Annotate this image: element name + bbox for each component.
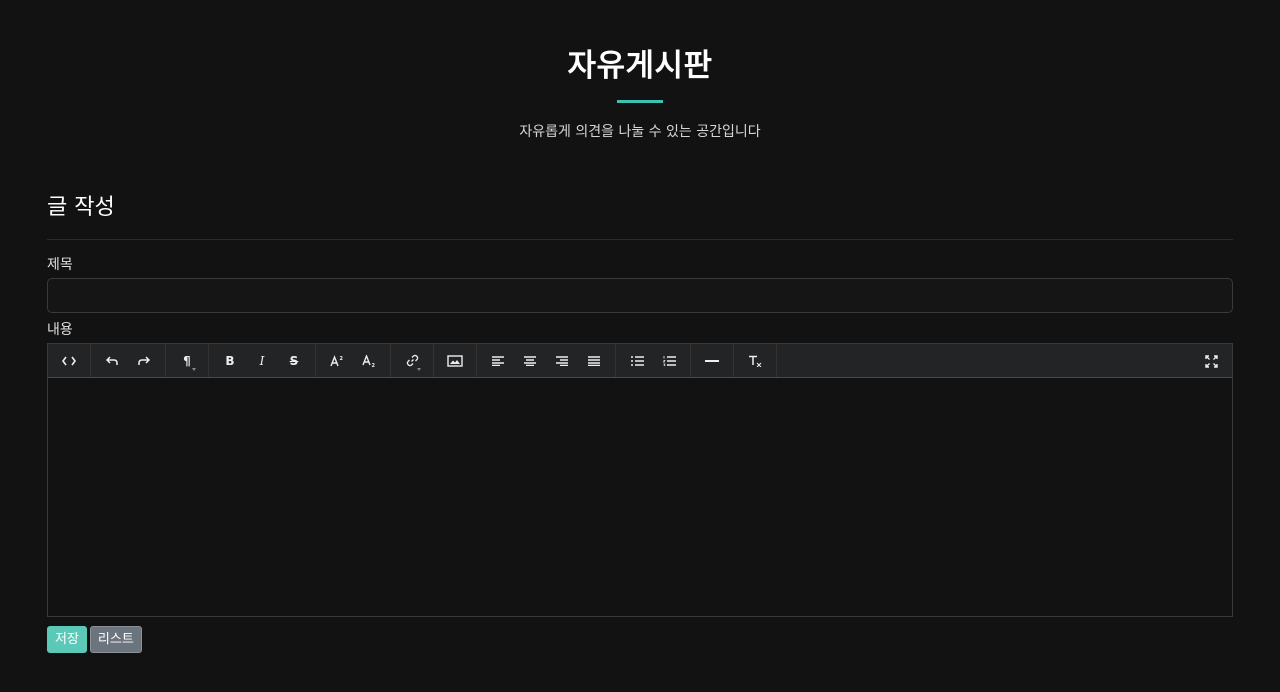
link-button[interactable] [396,345,428,377]
redo-button[interactable] [128,345,160,377]
page-header: 자유게시판 자유롭게 의견을 나눌 수 있는 공간입니다 [0,0,1280,142]
toolbar-group-script: 2 2 [316,344,391,377]
toolbar-group-text-style: B I S [209,344,316,377]
align-justify-button[interactable] [578,345,610,377]
section-title: 글 작성 [47,195,115,220]
numbered-list-button[interactable] [653,345,685,377]
align-right-button[interactable] [546,345,578,377]
title-underline [617,100,663,103]
image-icon [447,354,463,367]
bullet-list-icon [630,355,644,366]
toolbar-group-media [434,344,477,377]
fullscreen-icon [1204,354,1218,368]
code-view-button[interactable] [53,345,85,377]
align-center-icon [524,355,536,366]
italic-button[interactable]: I [246,345,278,377]
fullscreen-button[interactable] [1195,345,1227,377]
editor-content-area[interactable] [48,378,1232,616]
toolbar-group-list [616,344,691,377]
page-subtitle: 자유롭게 의견을 나눌 수 있는 공간입니다 [519,124,761,140]
paragraph-icon: ¶ [183,353,191,368]
page-title: 자유게시판 [567,48,713,84]
bold-button[interactable]: B [214,345,246,377]
subscript-icon: 2 [362,354,376,367]
toolbar-group-format: ¶ [166,344,209,377]
svg-text:2: 2 [340,356,344,362]
bold-icon: B [225,353,235,368]
superscript-icon: 2 [330,354,344,366]
bullet-list-button[interactable] [621,345,653,377]
toolbar-group-clear [734,344,777,377]
dropdown-caret-icon [417,367,421,371]
align-center-button[interactable] [514,345,546,377]
italic-icon: I [259,353,265,368]
rich-text-editor: ¶ B I S 2 2 [47,343,1233,617]
content-label: 내용 [47,322,73,338]
numbered-list-icon [662,355,676,366]
subscript-button[interactable]: 2 [353,345,385,377]
undo-icon [106,355,118,365]
list-button[interactable]: 리스트 [89,626,142,653]
superscript-button[interactable]: 2 [321,345,353,377]
toolbar-group-link [391,344,434,377]
align-left-button[interactable] [482,345,514,377]
image-button[interactable] [439,345,471,377]
toolbar-group-align [477,344,616,377]
horizontal-rule-icon [705,359,719,362]
strikethrough-button[interactable]: S [278,345,310,377]
title-input[interactable] [47,278,1233,313]
svg-text:2: 2 [372,363,376,367]
write-form: 글 작성 제목 내용 ¶ B I S 2 2 저장 리스트 [47,190,1233,653]
code-view-icon [62,356,76,365]
clear-format-icon [749,355,762,367]
section-divider [47,239,1233,240]
form-actions: 저장 리스트 [47,626,1233,653]
strikethrough-icon: S [289,353,299,368]
horizontal-rule-button[interactable] [696,345,728,377]
align-left-icon [492,355,504,366]
undo-button[interactable] [96,345,128,377]
save-button[interactable]: 저장 [47,626,87,653]
editor-toolbar: ¶ B I S 2 2 [48,344,1232,378]
dropdown-caret-icon [192,367,196,371]
toolbar-group-view [48,344,91,377]
title-label: 제목 [47,257,73,273]
link-icon [406,354,418,367]
toolbar-group-history [91,344,166,377]
align-justify-icon [588,355,600,366]
clear-format-button[interactable] [739,345,771,377]
align-right-icon [556,355,568,366]
toolbar-group-rule [691,344,734,377]
paragraph-format-button[interactable]: ¶ [171,345,203,377]
redo-icon [138,355,150,365]
